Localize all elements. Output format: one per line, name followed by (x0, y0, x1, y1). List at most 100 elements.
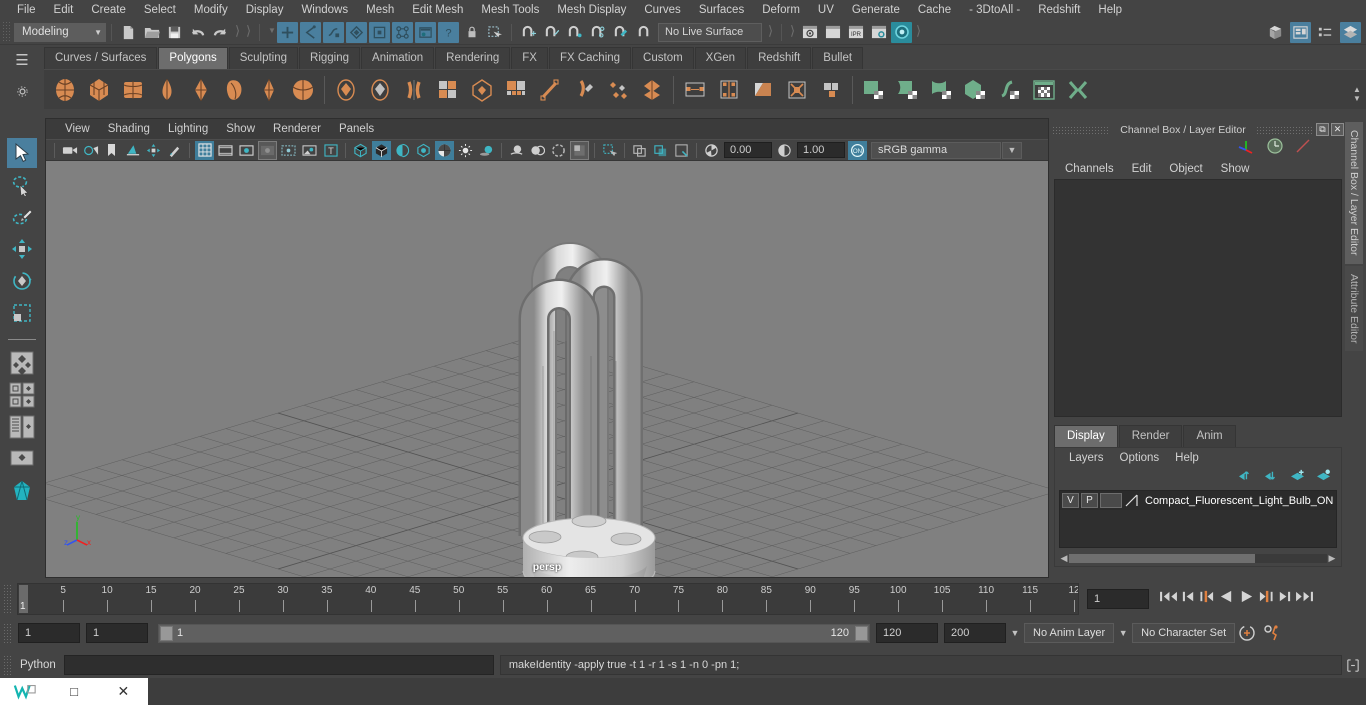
shelf-tab-fx[interactable]: FX (511, 47, 548, 69)
menu-display[interactable]: Display (237, 0, 293, 20)
move-tool-icon[interactable] (7, 234, 37, 264)
highlight-selection-icon[interactable] (484, 22, 505, 43)
shelf-tab-xgen[interactable]: XGen (695, 47, 746, 69)
isolate-select-icon[interactable] (600, 141, 619, 160)
view-bookmark-icon[interactable] (102, 141, 121, 160)
channel-box-attribute-list[interactable] (1054, 179, 1342, 417)
shelf-scroll-down-icon[interactable]: ▼ (1353, 94, 1361, 103)
mirror-geometry-icon[interactable] (678, 73, 712, 107)
speed-dial-icon[interactable] (1266, 137, 1284, 160)
menu-uv[interactable]: UV (809, 0, 843, 20)
menu-edit[interactable]: Edit (45, 0, 83, 20)
gate-mask-icon[interactable] (258, 141, 277, 160)
undo-icon[interactable] (187, 22, 208, 43)
show-hide-attribute-editor-icon[interactable] (1290, 22, 1311, 43)
dock-drag-handle-right[interactable] (1256, 126, 1314, 134)
shelf-tab-custom[interactable]: Custom (632, 47, 694, 69)
step-forward-frame-button[interactable] (1258, 589, 1274, 609)
layer-menu-layers[interactable]: Layers (1061, 452, 1112, 464)
textured-shading-icon[interactable] (435, 141, 454, 160)
use-default-material-icon[interactable] (414, 141, 433, 160)
image-plane-icon[interactable] (123, 141, 142, 160)
live-surface-field[interactable]: No Live Surface (658, 23, 762, 42)
toolbar-collapse-grip-2[interactable]: ⟩ (246, 23, 251, 41)
shelf-tab-animation[interactable]: Animation (361, 47, 434, 69)
move-layer-up-icon[interactable] (1238, 469, 1253, 487)
poly-plane-icon[interactable] (184, 73, 218, 107)
select-object-mode-icon[interactable] (369, 22, 390, 43)
scroll-thumb[interactable] (1069, 554, 1255, 563)
auto-keyframe-toggle-icon[interactable] (1235, 624, 1259, 642)
shelf-tab-fx-caching[interactable]: FX Caching (549, 47, 631, 69)
xray-active-components-icon[interactable] (672, 141, 691, 160)
layer-type-toggle[interactable] (1100, 493, 1122, 508)
layer-color-swatch[interactable] (1124, 493, 1139, 508)
shelf-scroll-arrows[interactable]: ▲ ▼ (1350, 78, 1364, 110)
single-persp-layout-icon[interactable] (7, 444, 37, 474)
scroll-left-icon[interactable]: ◀ (1059, 553, 1069, 564)
shade-wireframe-icon[interactable] (393, 141, 412, 160)
select-by-object-type-icon[interactable] (300, 22, 321, 43)
animation-preferences-icon[interactable] (1259, 624, 1285, 642)
smooth-mesh-icon[interactable] (465, 73, 499, 107)
menu-generate[interactable]: Generate (843, 0, 909, 20)
select-tool-icon[interactable] (7, 138, 37, 168)
bookmark-camera-icon[interactable] (81, 141, 100, 160)
go-to-start-button[interactable] (1159, 589, 1178, 609)
command-input-field[interactable] (64, 655, 494, 675)
target-weld-icon[interactable] (567, 73, 601, 107)
uv-unfold-icon[interactable] (993, 73, 1027, 107)
dock-close-icon[interactable]: ✕ (1331, 123, 1344, 136)
sculpt-mesh-icon[interactable] (780, 73, 814, 107)
display-layer-list[interactable]: V P Compact_Fluorescent_Light_Bulb_ON (1059, 490, 1337, 548)
channel-box-menu-edit[interactable]: Edit (1123, 163, 1161, 175)
range-slider-grip[interactable] (3, 623, 12, 643)
menu-mesh[interactable]: Mesh (357, 0, 403, 20)
character-set-select[interactable]: No Character Set (1132, 623, 1235, 643)
playback-end-time-field[interactable]: 120 (876, 623, 938, 643)
two-d-pan-zoom-icon[interactable] (144, 141, 163, 160)
poly-cylinder-icon[interactable] (116, 73, 150, 107)
reduce-mesh-icon[interactable] (499, 73, 533, 107)
gamma-icon[interactable] (775, 141, 794, 160)
channel-box-menu-object[interactable]: Object (1160, 163, 1211, 175)
ambient-occlusion-icon[interactable] (570, 141, 589, 160)
step-forward-key-button[interactable] (1277, 589, 1292, 609)
select-mask-dropdown-icon[interactable]: ▼ (268, 23, 273, 41)
layer-name-label[interactable]: Compact_Fluorescent_Light_Bulb_ON (1141, 495, 1333, 507)
menu-windows[interactable]: Windows (292, 0, 357, 20)
menu-deform[interactable]: Deform (753, 0, 809, 20)
snap-to-point-icon[interactable] (564, 22, 585, 43)
viewport-3d-canvas[interactable]: y z x persp (46, 161, 1048, 577)
show-hide-tool-settings-icon[interactable] (1315, 22, 1336, 43)
uv-planar-map-icon[interactable] (857, 73, 891, 107)
text-overlay-icon[interactable]: T (321, 141, 340, 160)
save-scene-icon[interactable] (164, 22, 185, 43)
paint-select-tool-icon[interactable] (7, 202, 37, 232)
layer-playback-toggle[interactable]: P (1081, 493, 1098, 508)
channel-box-menu-show[interactable]: Show (1212, 163, 1259, 175)
redo-icon[interactable] (210, 22, 231, 43)
select-by-hierarchy-icon[interactable] (277, 22, 298, 43)
saved-layout-crystal-icon[interactable] (7, 476, 37, 506)
select-by-component-type-icon[interactable] (323, 22, 344, 43)
playback-start-time-field[interactable]: 1 (86, 623, 148, 643)
shadows-icon[interactable] (477, 141, 496, 160)
anim-layer-select[interactable]: No Anim Layer (1024, 623, 1114, 643)
layer-menu-options[interactable]: Options (1112, 452, 1168, 464)
bevel-icon[interactable] (635, 73, 669, 107)
toolbar-collapse-grip-3[interactable]: ⟩ (768, 23, 773, 41)
menu-cache[interactable]: Cache (909, 0, 960, 20)
scroll-right-icon[interactable]: ▶ (1327, 553, 1337, 564)
uv-snapshot-icon[interactable] (1061, 73, 1095, 107)
layer-tab-display[interactable]: Display (1054, 425, 1118, 447)
film-gate-icon[interactable] (216, 141, 235, 160)
shelf-tab-polygons[interactable]: Polygons (158, 47, 227, 69)
play-backwards-button[interactable] (1218, 589, 1235, 609)
exposure-value-field[interactable]: 0.00 (724, 142, 772, 158)
outliner-persp-layout-icon[interactable] (7, 412, 37, 442)
select-help-icon[interactable]: ? (438, 22, 459, 43)
play-forwards-button[interactable] (1238, 589, 1255, 609)
menu-modify[interactable]: Modify (185, 0, 237, 20)
ipr-render-icon[interactable]: IPR (845, 22, 866, 43)
